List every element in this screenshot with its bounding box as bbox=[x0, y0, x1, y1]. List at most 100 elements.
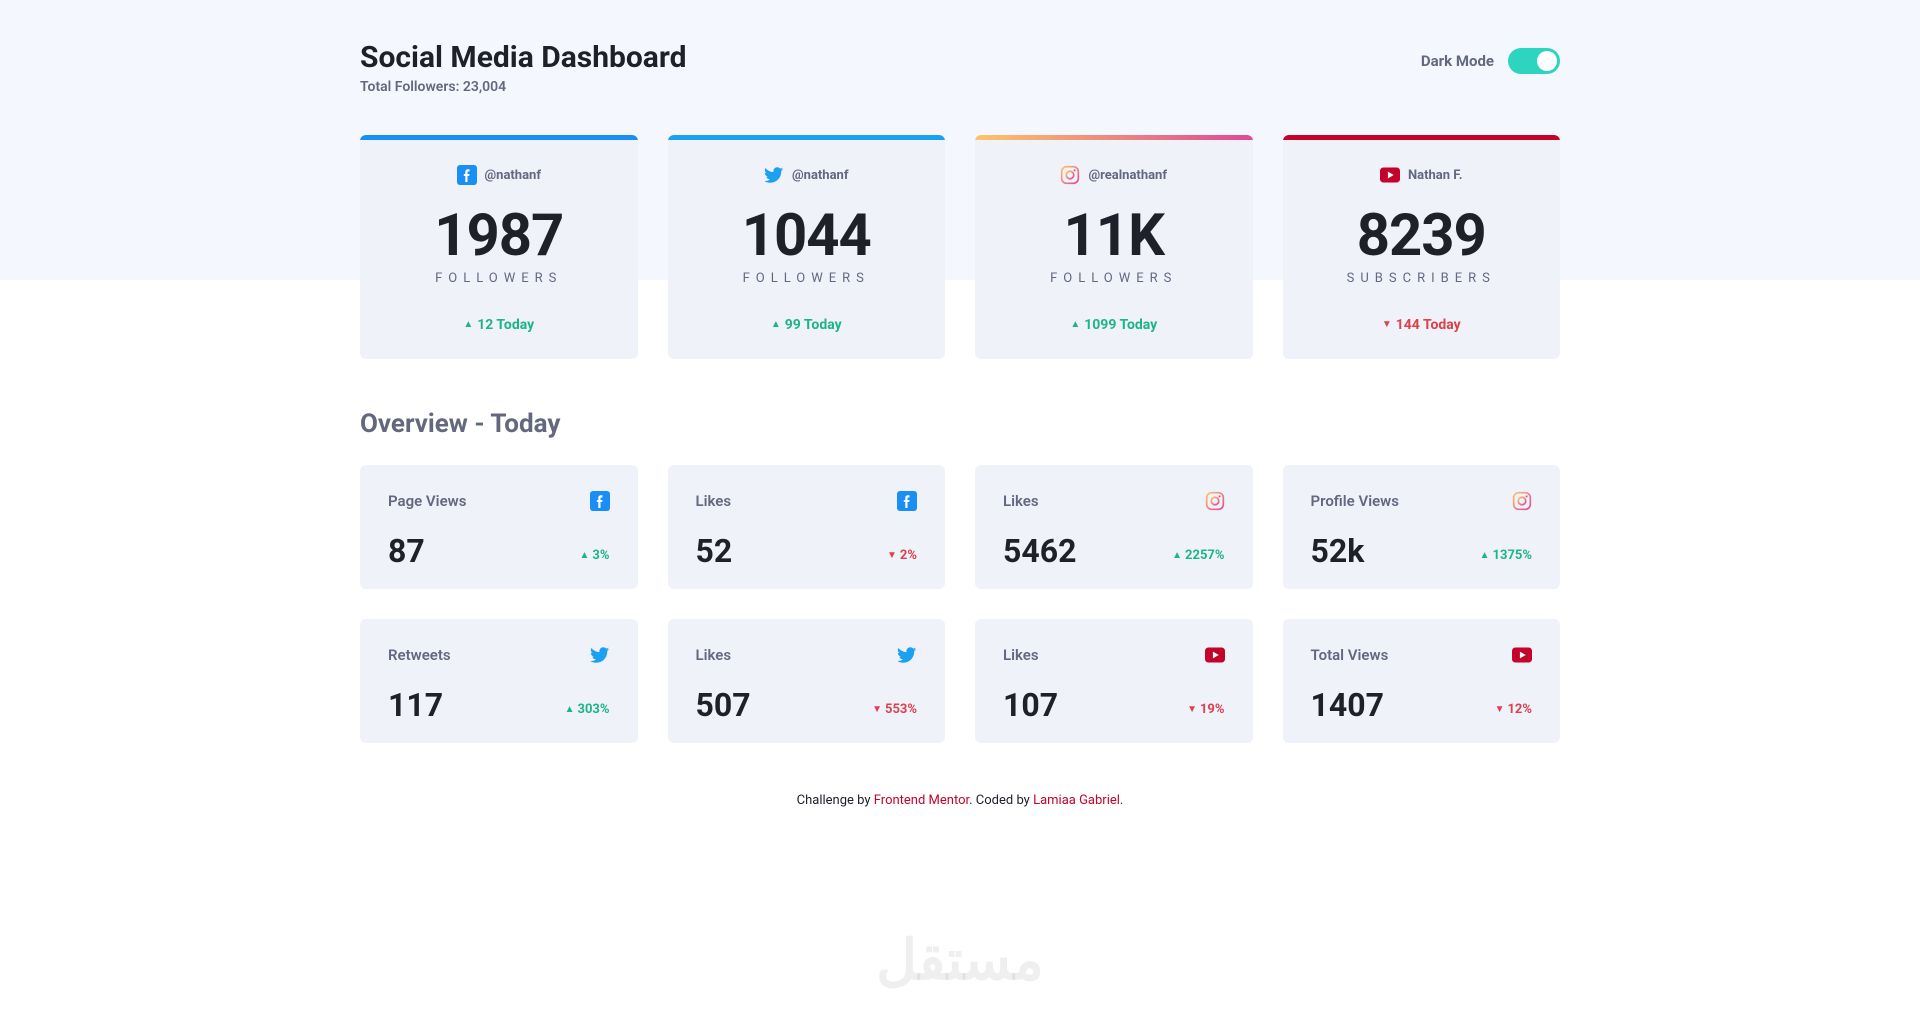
follower-count: 1987 bbox=[380, 207, 618, 265]
arrow-down-icon: ▼ bbox=[1382, 319, 1392, 330]
change-indicator: ▼ 144 Today bbox=[1382, 317, 1461, 333]
facebook-icon bbox=[590, 491, 610, 511]
metric-label: Likes bbox=[1003, 646, 1039, 664]
top-cards-grid: @nathanf 1987 FOLLOWERS ▲ 12 Today @nath… bbox=[360, 135, 1560, 359]
metric-change: ▲303% bbox=[565, 702, 610, 721]
metric-label: Likes bbox=[696, 492, 732, 510]
youtube-icon bbox=[1205, 645, 1225, 665]
metric-change: ▲2257% bbox=[1172, 548, 1224, 567]
watermark-text: مستقل bbox=[876, 927, 1044, 993]
metric-value: 107 bbox=[1003, 689, 1058, 721]
dark-mode-toggle[interactable] bbox=[1508, 48, 1560, 74]
change-text: 12 Today bbox=[477, 317, 534, 333]
metric-value: 507 bbox=[696, 689, 751, 721]
follower-count: 11K bbox=[995, 207, 1233, 265]
change-indicator: ▲ 1099 Today bbox=[1070, 317, 1157, 333]
handle-text: @nathanf bbox=[485, 168, 541, 183]
twitter-icon bbox=[764, 165, 784, 185]
arrow-down-icon: ▼ bbox=[872, 704, 882, 715]
metric-label: Total Views bbox=[1311, 646, 1389, 664]
metric-value: 117 bbox=[388, 689, 443, 721]
handle-text: @realnathanf bbox=[1088, 168, 1167, 183]
arrow-down-icon: ▼ bbox=[887, 550, 897, 561]
metric-value: 87 bbox=[388, 535, 425, 567]
change-text: 99 Today bbox=[785, 317, 842, 333]
handle-row: Nathan F. bbox=[1303, 165, 1541, 185]
overview-card-likes-tw[interactable]: Likes 507 ▼553% bbox=[668, 619, 946, 743]
arrow-down-icon: ▼ bbox=[1495, 704, 1505, 715]
overview-card-likes-fb[interactable]: Likes 52 ▼2% bbox=[668, 465, 946, 589]
youtube-icon bbox=[1512, 645, 1532, 665]
metric-label: Likes bbox=[696, 646, 732, 664]
youtube-icon bbox=[1380, 165, 1400, 185]
frontend-mentor-link[interactable]: Frontend Mentor bbox=[874, 793, 969, 808]
card-accent-twitter bbox=[668, 135, 946, 140]
metric-label: Retweets bbox=[388, 646, 451, 664]
handle-row: @realnathanf bbox=[995, 165, 1233, 185]
instagram-icon bbox=[1060, 165, 1080, 185]
overview-card-likes-yt[interactable]: Likes 107 ▼19% bbox=[975, 619, 1253, 743]
arrow-up-icon: ▲ bbox=[580, 550, 590, 561]
arrow-down-icon: ▼ bbox=[1187, 704, 1197, 715]
overview-card-likes-ig[interactable]: Likes 5462 ▲2257% bbox=[975, 465, 1253, 589]
metric-change: ▲3% bbox=[580, 548, 610, 567]
header-left: Social Media Dashboard Total Followers: … bbox=[360, 40, 686, 95]
header: Social Media Dashboard Total Followers: … bbox=[360, 40, 1560, 95]
follower-label: SUBSCRIBERS bbox=[1303, 271, 1541, 286]
follower-label: FOLLOWERS bbox=[995, 271, 1233, 286]
metric-value: 52 bbox=[696, 535, 733, 567]
follower-label: FOLLOWERS bbox=[688, 271, 926, 286]
metric-change: ▼12% bbox=[1495, 702, 1532, 721]
follower-count: 1044 bbox=[688, 207, 926, 265]
arrow-up-icon: ▲ bbox=[565, 704, 575, 715]
metric-change: ▼2% bbox=[887, 548, 917, 567]
total-followers-text: Total Followers: 23,004 bbox=[360, 79, 686, 95]
handle-text: @nathanf bbox=[792, 168, 848, 183]
follower-count: 8239 bbox=[1303, 207, 1541, 265]
overview-cards-grid: Page Views 87 ▲3% Likes 52 ▼2% Likes bbox=[360, 465, 1560, 743]
twitter-icon bbox=[590, 645, 610, 665]
header-right: Dark Mode bbox=[1421, 48, 1560, 74]
overview-title: Overview - Today bbox=[360, 409, 1560, 439]
card-accent-instagram bbox=[975, 135, 1253, 140]
metric-label: Profile Views bbox=[1311, 492, 1399, 510]
twitter-icon bbox=[897, 645, 917, 665]
arrow-up-icon: ▲ bbox=[1172, 550, 1182, 561]
card-accent-facebook bbox=[360, 135, 638, 140]
page-title: Social Media Dashboard bbox=[360, 40, 686, 75]
follower-card-facebook[interactable]: @nathanf 1987 FOLLOWERS ▲ 12 Today bbox=[360, 135, 638, 359]
change-indicator: ▲ 12 Today bbox=[463, 317, 534, 333]
arrow-up-icon: ▲ bbox=[1480, 550, 1490, 561]
change-text: 144 Today bbox=[1396, 317, 1461, 333]
change-text: 1099 Today bbox=[1084, 317, 1157, 333]
handle-row: @nathanf bbox=[688, 165, 926, 185]
handle-text: Nathan F. bbox=[1408, 168, 1463, 183]
overview-card-retweets-tw[interactable]: Retweets 117 ▲303% bbox=[360, 619, 638, 743]
metric-value: 1407 bbox=[1311, 689, 1384, 721]
overview-card-page-views-fb[interactable]: Page Views 87 ▲3% bbox=[360, 465, 638, 589]
dark-mode-label: Dark Mode bbox=[1421, 52, 1494, 70]
metric-value: 5462 bbox=[1003, 535, 1076, 567]
metric-value: 52k bbox=[1311, 535, 1365, 567]
author-link[interactable]: Lamiaa Gabriel bbox=[1033, 793, 1120, 808]
arrow-up-icon: ▲ bbox=[463, 319, 473, 330]
instagram-icon bbox=[1512, 491, 1532, 511]
follower-card-twitter[interactable]: @nathanf 1044 FOLLOWERS ▲ 99 Today bbox=[668, 135, 946, 359]
footer-prefix: Challenge by bbox=[797, 793, 874, 808]
main-container: Social Media Dashboard Total Followers: … bbox=[180, 0, 1740, 858]
facebook-icon bbox=[897, 491, 917, 511]
facebook-icon bbox=[457, 165, 477, 185]
follower-card-instagram[interactable]: @realnathanf 11K FOLLOWERS ▲ 1099 Today bbox=[975, 135, 1253, 359]
card-accent-youtube bbox=[1283, 135, 1561, 140]
follower-card-youtube[interactable]: Nathan F. 8239 SUBSCRIBERS ▼ 144 Today bbox=[1283, 135, 1561, 359]
overview-card-total-views-yt[interactable]: Total Views 1407 ▼12% bbox=[1283, 619, 1561, 743]
arrow-up-icon: ▲ bbox=[771, 319, 781, 330]
change-indicator: ▲ 99 Today bbox=[771, 317, 842, 333]
metric-change: ▲1375% bbox=[1480, 548, 1532, 567]
overview-card-profile-views-ig[interactable]: Profile Views 52k ▲1375% bbox=[1283, 465, 1561, 589]
metric-change: ▼19% bbox=[1187, 702, 1224, 721]
footer-mid: . Coded by bbox=[969, 793, 1033, 808]
handle-row: @nathanf bbox=[380, 165, 618, 185]
metric-change: ▼553% bbox=[872, 702, 917, 721]
footer-suffix: . bbox=[1120, 793, 1123, 808]
